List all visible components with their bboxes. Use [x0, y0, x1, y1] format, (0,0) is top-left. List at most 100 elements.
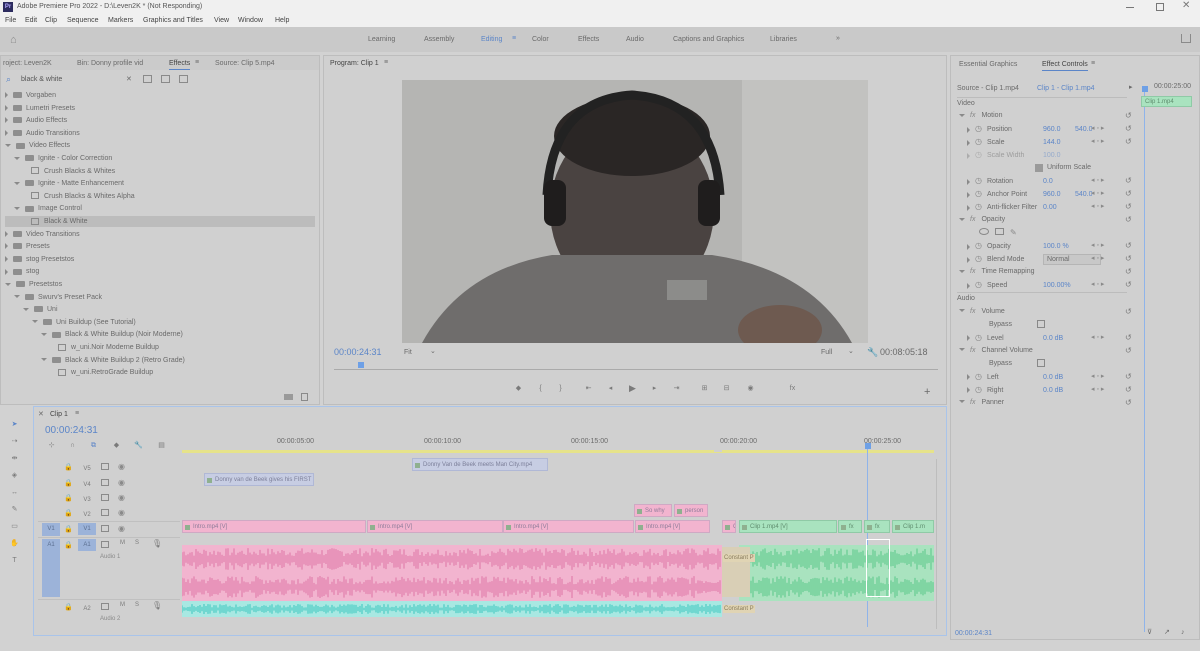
property-value[interactable]: 960.0 [1043, 189, 1075, 201]
go-to-out-icon[interactable]: ⇥ [672, 384, 681, 393]
checkbox-checked[interactable] [1035, 163, 1043, 172]
reset-icon[interactable]: ↺ [1125, 385, 1132, 394]
property-row[interactable]: ◷ Scale 144.0 [967, 136, 1075, 148]
reset-icon[interactable]: ↺ [1125, 280, 1132, 289]
go-to-in-icon[interactable]: ⇤ [584, 384, 593, 393]
timeline-timecode[interactable]: 00:00:24:31 [45, 425, 98, 436]
solo-button[interactable]: S [135, 540, 139, 546]
mark-out-icon[interactable]: } [556, 384, 565, 393]
sync-lock-icon[interactable] [101, 525, 109, 532]
timeline-clip[interactable]: person [674, 504, 708, 517]
property-row[interactable]: ◷ Blend Mode Normal [967, 253, 1101, 266]
effects-tree-item[interactable]: Video Effects [5, 140, 70, 151]
workspace-assembly[interactable]: Assembly [424, 36, 454, 43]
checkbox[interactable] [1037, 319, 1045, 328]
export-frame-icon[interactable]: ◉ [746, 384, 755, 393]
stopwatch-icon[interactable]: ◷ [975, 150, 982, 159]
effect-group-header[interactable]: fx Opacity [959, 214, 1005, 226]
ellipse-mask-icon[interactable] [979, 228, 989, 236]
disclosure-triangle-icon[interactable] [967, 126, 970, 133]
tab-effect-controls[interactable]: Effect Controls [1042, 61, 1088, 71]
mark-in-icon[interactable]: { [536, 384, 545, 393]
fit-dropdown[interactable]: Fit [404, 349, 412, 356]
lock-icon[interactable]: 🔒 [64, 541, 73, 549]
playback-timecode[interactable]: 00:00:24:31 [334, 347, 382, 357]
ruler[interactable]: 00:00:05:00 00:00:10:00 00:00:15:00 00:0… [182, 437, 934, 453]
expand-timeline-icon[interactable]: ▸ [1129, 84, 1133, 91]
property-value[interactable]: 540.0 [1075, 191, 1093, 198]
workspace-captions[interactable]: Captions and Graphics [673, 36, 744, 43]
reset-icon[interactable]: ↺ [1125, 111, 1132, 120]
checkbox-row[interactable]: Bypass [979, 358, 1045, 370]
property-row[interactable]: ◷ Opacity 100.0 % [967, 240, 1075, 252]
audio-icon[interactable]: ♪ [1181, 629, 1185, 636]
eye-icon[interactable]: ◉ [118, 508, 125, 517]
reset-icon[interactable]: ↺ [1125, 202, 1132, 211]
effect-group-header[interactable]: fx Channel Volume [959, 345, 1033, 357]
property-row[interactable]: ◷ Anchor Point 960.0 540.0 [967, 188, 1093, 200]
menu-file[interactable]: File [5, 17, 16, 24]
reset-icon[interactable]: ↺ [1125, 372, 1132, 381]
rectangle-mask-icon[interactable] [995, 228, 1004, 236]
effects-search-input[interactable]: black & white [21, 76, 62, 83]
track-name[interactable]: V2 [78, 509, 96, 521]
stopwatch-icon[interactable]: ◷ [975, 137, 982, 146]
eye-icon[interactable]: ◉ [118, 478, 125, 487]
yuv-effects-icon[interactable] [179, 75, 188, 83]
workspace-color[interactable]: Color [532, 36, 549, 43]
effect-controls-menu-icon[interactable]: ≡ [1091, 60, 1095, 67]
accelerated-effects-icon[interactable] [143, 75, 152, 83]
source-dropdown[interactable]: Source - Clip 1.mp4 [957, 85, 1019, 92]
property-row[interactable]: ◷ Left 0.0 dB [967, 371, 1075, 383]
stopwatch-icon[interactable]: ◷ [975, 280, 982, 289]
effects-tree-item[interactable]: Black & White [5, 216, 315, 227]
keyframe-nav[interactable]: ◂ ◦ ▸ [1091, 371, 1104, 383]
type-tool-icon[interactable]: T [10, 556, 19, 565]
transition-label[interactable]: Constant P [723, 554, 755, 562]
effects-tree-item[interactable]: Uni Buildup (See Tutorial) [5, 317, 136, 328]
delete-icon[interactable] [301, 393, 308, 401]
source-patch[interactable]: A1 [42, 539, 60, 597]
reset-icon[interactable]: ↺ [1125, 254, 1132, 263]
effects-tree-item[interactable]: Swurv's Preset Pack [5, 292, 102, 303]
keyframe-nav[interactable]: ◂ ◦ ▸ [1091, 188, 1104, 200]
property-value[interactable]: 100.00% [1043, 280, 1075, 292]
menu-graphics[interactable]: Graphics and Titles [143, 17, 203, 24]
audio-waveforms[interactable] [182, 537, 934, 627]
track-select-tool-icon[interactable]: ⇢ [10, 437, 19, 446]
solo-button[interactable]: S [135, 602, 139, 608]
program-playhead[interactable] [358, 362, 364, 368]
disclosure-triangle-icon[interactable] [959, 218, 965, 222]
checkbox-row[interactable]: Uniform Scale [979, 162, 1091, 174]
overwrite-icon[interactable]: ⊟ [722, 384, 731, 393]
disclosure-triangle-icon[interactable] [5, 255, 8, 262]
timeline-clip[interactable]: Intro.mp4 [V] [367, 520, 503, 533]
keyframe-nav[interactable]: ◂ ◦ ▸ [1091, 253, 1104, 265]
timeline-clip[interactable]: So why [634, 504, 672, 517]
program-title[interactable]: Program: Clip 1 [330, 60, 379, 67]
reset-icon[interactable]: ↺ [1125, 189, 1132, 198]
timeline-close-icon[interactable]: ✕ [38, 411, 44, 418]
effects-tree-item[interactable]: Crush Blacks & Whites Alpha [5, 191, 135, 202]
clear-search-icon[interactable]: ✕ [126, 76, 132, 83]
workspace-audio[interactable]: Audio [626, 36, 644, 43]
program-menu-icon[interactable]: ≡ [384, 59, 388, 66]
reset-icon[interactable]: ↺ [1125, 267, 1132, 276]
effect-group-header[interactable]: fx Volume [959, 306, 1005, 318]
property-row[interactable]: ◷ Right 0.0 dB [967, 384, 1075, 396]
effects-menu-icon[interactable]: ≡ [195, 59, 199, 66]
button-editor-add-icon[interactable]: + [924, 386, 930, 398]
menu-view[interactable]: View [214, 17, 229, 24]
eye-icon[interactable]: ◉ [118, 524, 125, 533]
timeline-clip[interactable]: Intro.mp4 [V] [182, 520, 366, 533]
tab-effects[interactable]: Effects [169, 60, 191, 70]
keyframe-nav[interactable]: ◂ ◦ ▸ [1091, 175, 1104, 187]
quality-chevron-icon[interactable]: ⌄ [848, 348, 854, 355]
home-icon[interactable]: ⌂ [10, 34, 17, 46]
share-icon[interactable] [1181, 34, 1191, 43]
disclosure-triangle-icon[interactable] [959, 400, 965, 404]
effects-tree-item[interactable]: Ignite - Matte Enhancement [5, 178, 124, 189]
effect-group-header[interactable]: fx Motion [959, 110, 1002, 122]
microphone-icon[interactable]: 🎙 [152, 601, 162, 610]
reset-icon[interactable]: ↺ [1125, 346, 1132, 355]
